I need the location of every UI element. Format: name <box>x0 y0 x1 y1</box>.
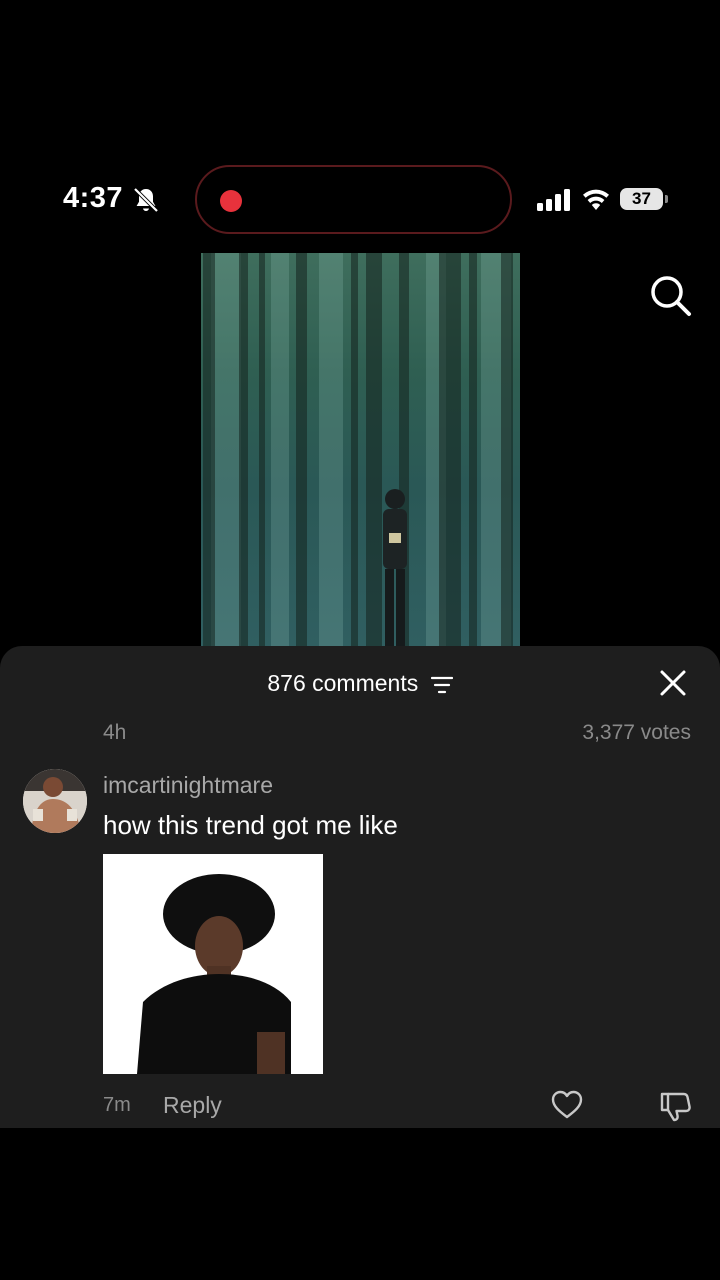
comments-header[interactable]: 876 comments <box>0 670 720 697</box>
search-icon[interactable] <box>648 273 692 317</box>
comments-panel: 876 comments 4h 3,377 votes imcartinight… <box>0 646 720 1128</box>
wifi-icon <box>583 189 609 210</box>
dynamic-island <box>195 165 512 234</box>
comment-time: 7m <box>103 1094 131 1116</box>
votes-count: 3,377 votes <box>582 721 691 744</box>
comment-image[interactable] <box>103 854 323 1074</box>
avatar[interactable] <box>23 769 87 833</box>
comment-image-content <box>103 854 323 1074</box>
comments-count: 876 comments <box>267 670 419 696</box>
thumbs-down-icon[interactable] <box>658 1088 694 1124</box>
status-time: 4:37 <box>63 182 124 214</box>
avatar-image <box>23 769 87 833</box>
video-subject <box>383 489 407 646</box>
reply-button[interactable]: Reply <box>163 1092 222 1119</box>
battery-indicator: 37 <box>620 188 668 210</box>
comment-text: how this trend got me like <box>103 810 398 840</box>
close-icon[interactable] <box>658 668 688 698</box>
filter-icon[interactable] <box>430 676 453 694</box>
post-age: 4h <box>103 721 127 744</box>
recording-indicator <box>220 190 242 212</box>
video-player[interactable] <box>201 253 520 646</box>
cellular-signal-icon <box>537 189 570 211</box>
comment-username[interactable]: imcartinightmare <box>103 772 273 799</box>
bell-slash-icon <box>133 187 159 213</box>
heart-icon[interactable] <box>550 1088 584 1122</box>
